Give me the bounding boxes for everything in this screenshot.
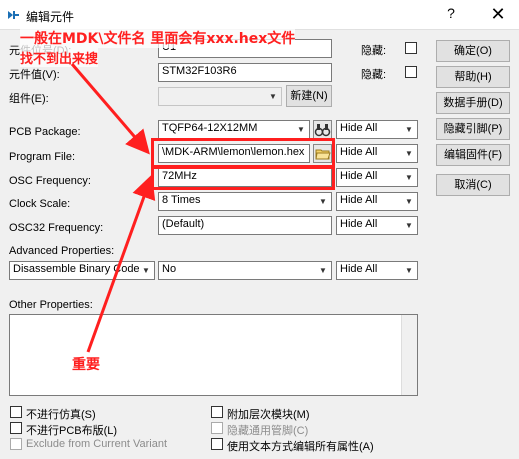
annotation-arrows [70, 63, 156, 353]
arrow-to-osc-frequency [86, 174, 156, 353]
arrow-to-program-file [70, 63, 150, 155]
